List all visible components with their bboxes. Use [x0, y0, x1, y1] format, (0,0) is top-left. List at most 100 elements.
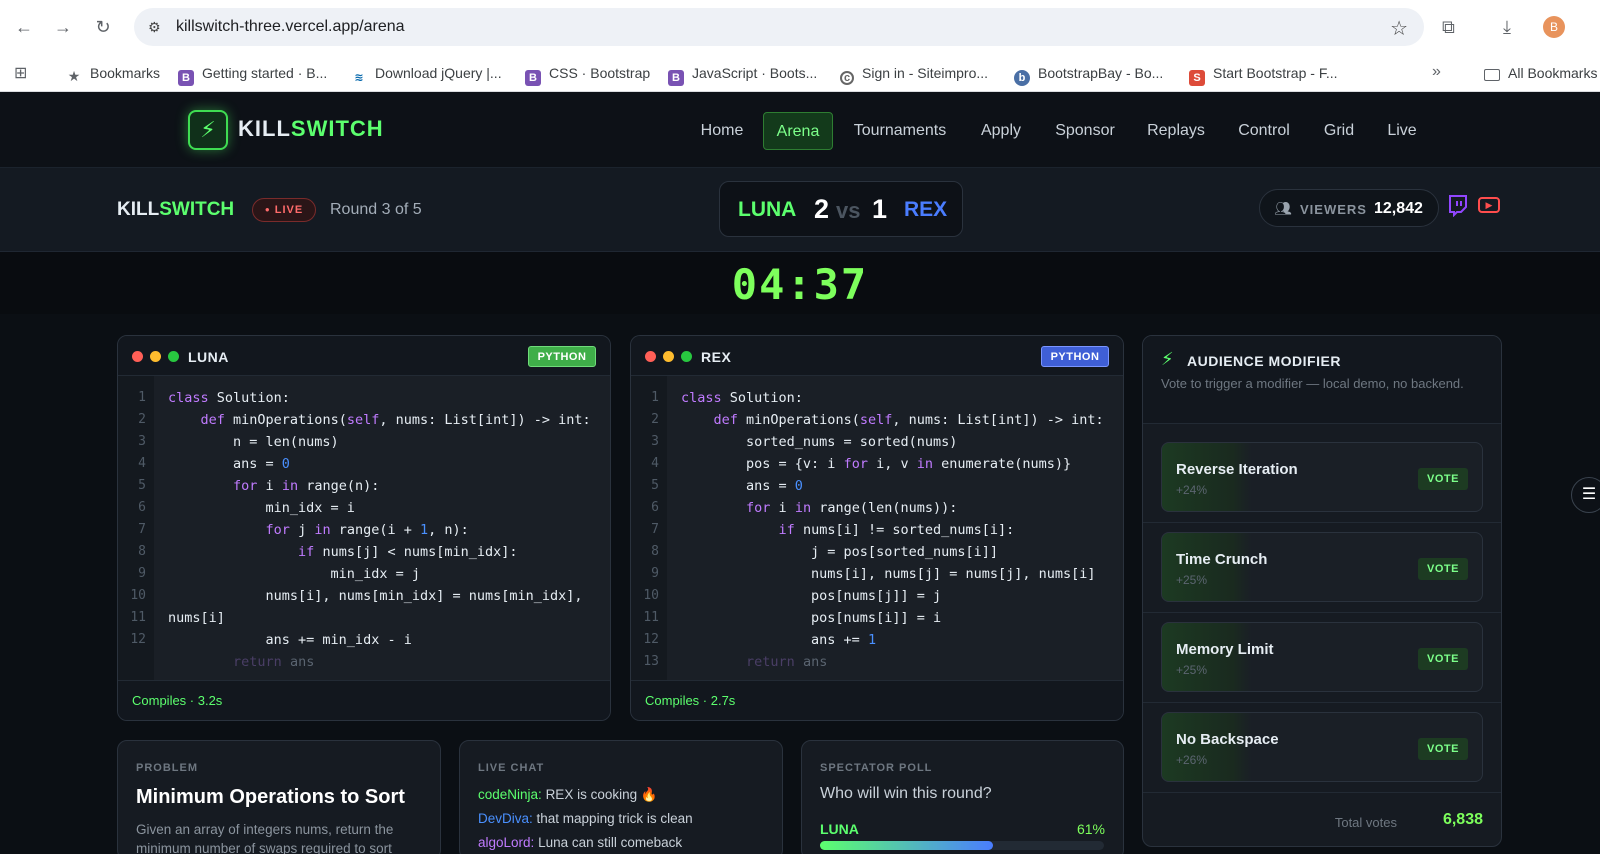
line-number: 9	[138, 566, 146, 581]
nav-replays[interactable]: Replays	[1138, 112, 1214, 150]
line-number: 3	[651, 434, 659, 449]
bookmark-item[interactable]: B CSS · Bootstrap	[525, 65, 650, 86]
lightning-icon: ⚡	[1161, 349, 1174, 369]
total-votes: Total votes 6,838	[1143, 792, 1501, 846]
nav-arena[interactable]: Arena	[763, 112, 833, 150]
line-number: 2	[651, 412, 659, 427]
nav-sponsor[interactable]: Sponsor	[1047, 112, 1123, 150]
line-number: 8	[138, 544, 146, 559]
bootstrap-icon: B	[178, 70, 194, 86]
bookmark-item[interactable]: B JavaScript · Boots...	[668, 65, 817, 86]
editor-player-name: REX	[701, 349, 732, 365]
poll-question: Who will win this round?	[820, 785, 992, 802]
problem-card: PROBLEM Minimum Operations to Sort Given…	[117, 740, 441, 854]
all-bookmarks[interactable]: All Bookmarks	[1484, 65, 1597, 81]
poll-option[interactable]: LUNA	[820, 821, 859, 837]
chat-message: codeNinja: REX is cooking 🔥	[478, 787, 658, 802]
player2-name: REX	[904, 198, 948, 221]
address-bar[interactable]: ⚙ killswitch-three.vercel.app/arena ☆	[134, 8, 1424, 46]
code-area[interactable]: class Solution: def minOperations(self, …	[154, 376, 610, 682]
total-votes-count: 6,838	[1442, 811, 1483, 828]
live-badge: ● LIVE	[252, 198, 316, 222]
divider	[1143, 522, 1501, 523]
nav-live[interactable]: Live	[1377, 112, 1427, 150]
line-number: 4	[138, 456, 146, 471]
site-logo[interactable]: KILLSWITCH	[238, 116, 384, 142]
nav-tournaments[interactable]: Tournaments	[848, 112, 952, 150]
back-arrow-icon[interactable]: ←	[13, 16, 35, 38]
spectator-poll-card: SPECTATOR POLL Who will win this round? …	[801, 740, 1124, 854]
url-text: killswitch-three.vercel.app/arena	[176, 18, 405, 35]
line-number: 2	[138, 412, 146, 427]
nav-control[interactable]: Control	[1228, 112, 1300, 150]
line-number: 11	[643, 610, 659, 625]
line-number: 12	[130, 632, 146, 647]
browser-toolbar: ← → ↻ ⚙ killswitch-three.vercel.app/aren…	[0, 0, 1600, 54]
player1-score: 2	[814, 194, 830, 224]
forward-arrow-icon[interactable]: →	[52, 16, 74, 38]
divider	[1143, 702, 1501, 703]
vote-button[interactable]: VOTE	[1418, 558, 1468, 580]
line-number: 1	[138, 390, 146, 405]
modifier-card[interactable]: Time Crunch +25% VOTE	[1161, 532, 1483, 602]
line-number: 13	[643, 654, 659, 669]
modifier-card[interactable]: Memory Limit +25% VOTE	[1161, 622, 1483, 692]
nav-grid[interactable]: Grid	[1313, 112, 1365, 150]
live-dot-icon: ●	[264, 205, 271, 214]
modifier-card[interactable]: Reverse Iteration +24% VOTE	[1161, 442, 1483, 512]
maximize-dot-icon	[168, 351, 179, 362]
folder-icon	[1484, 69, 1500, 81]
lightning-logo-icon[interactable]: ⚡	[188, 110, 228, 150]
siteimprove-icon: c	[840, 71, 854, 85]
code-area[interactable]: class Solution: def minOperations(self, …	[667, 376, 1123, 682]
nav-home[interactable]: Home	[693, 112, 751, 150]
close-dot-icon	[132, 351, 143, 362]
bookmark-item[interactable]: b BootstrapBay - Bo...	[1014, 65, 1163, 86]
bookmark-item[interactable]: S Start Bootstrap - F...	[1189, 65, 1338, 86]
divider	[1143, 612, 1501, 613]
tab-search-icon[interactable]: ⧉	[1442, 16, 1455, 38]
timer-band: 04:37	[0, 252, 1600, 314]
editor-player-name: LUNA	[188, 349, 229, 365]
more-bookmarks-icon[interactable]: »	[1432, 63, 1441, 81]
language-badge: PYTHON	[528, 346, 596, 367]
line-number: 10	[643, 588, 659, 603]
apps-grid-icon[interactable]: ⊞	[14, 63, 27, 83]
editor-header: REX PYTHON	[631, 336, 1123, 376]
startbootstrap-icon: S	[1189, 70, 1205, 86]
bookmark-item[interactable]: ★ Bookmarks	[66, 65, 160, 84]
line-number: 6	[138, 500, 146, 515]
site-settings-icon[interactable]: ⚙	[148, 19, 164, 35]
line-number: 1	[651, 390, 659, 405]
line-number: 10	[130, 588, 146, 603]
twitch-icon[interactable]	[1448, 195, 1470, 218]
audience-modifier-panel: ⚡ AUDIENCE MODIFIER Vote to trigger a mo…	[1142, 335, 1502, 847]
chat-message: algoLord: Luna can still comeback	[478, 835, 683, 850]
menu-icon[interactable]: ☰	[1571, 477, 1600, 513]
bookmark-star-icon[interactable]: ☆	[1390, 16, 1408, 41]
profile-avatar[interactable]: B	[1543, 16, 1565, 38]
vote-button[interactable]: VOTE	[1418, 468, 1468, 490]
line-number: 5	[651, 478, 659, 493]
bootstrapbay-icon: b	[1014, 70, 1030, 86]
modifier-card[interactable]: No Backspace +26% VOTE	[1161, 712, 1483, 782]
vote-button[interactable]: VOTE	[1418, 648, 1468, 670]
vote-button[interactable]: VOTE	[1418, 738, 1468, 760]
compile-status: Compiles · 3.2s	[118, 680, 610, 720]
youtube-icon[interactable]: ▶	[1478, 197, 1500, 213]
line-gutter: 1 2 3 4 5 6 7 8 9 10 11 12 13	[631, 376, 667, 682]
bookmarks-bar: ⊞ ★ Bookmarks B Getting started · B... ≋ Do…	[0, 54, 1600, 92]
bookmark-item[interactable]: c Sign in - Siteimpro...	[840, 65, 988, 85]
download-icon[interactable]: ⤓	[1503, 16, 1511, 38]
poll-percent: 61%	[1076, 821, 1105, 837]
bookmark-item[interactable]: ≋ Download jQuery |...	[351, 65, 501, 86]
nav-apply[interactable]: Apply	[970, 112, 1032, 150]
line-gutter: 1 2 3 4 5 6 7 8 9 10 11 12	[118, 376, 154, 682]
bookmark-item[interactable]: B Getting started · B...	[178, 65, 327, 86]
jquery-icon: ≋	[354, 72, 364, 84]
problem-title: Minimum Operations to Sort	[136, 786, 405, 808]
player1-name: LUNA	[738, 198, 797, 221]
audience-header: ⚡ AUDIENCE MODIFIER Vote to trigger a mo…	[1143, 336, 1501, 424]
reload-icon[interactable]: ↻	[92, 16, 114, 38]
maximize-dot-icon	[681, 351, 692, 362]
